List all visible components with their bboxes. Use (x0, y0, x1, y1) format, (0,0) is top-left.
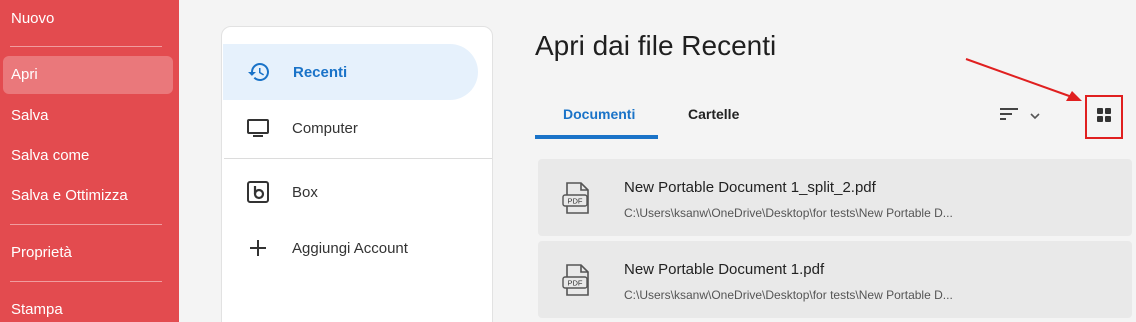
menu-item-nuovo[interactable]: Nuovo (0, 10, 179, 27)
source-item-recenti[interactable]: Recenti (223, 44, 478, 100)
recent-file-item[interactable]: PDF New Portable Document 1_split_2.pdf … (538, 159, 1132, 236)
plus-icon (246, 236, 270, 260)
panel-divider (224, 158, 492, 159)
page-title: Apri dai file Recenti (535, 30, 777, 61)
history-icon (247, 60, 271, 84)
source-panel: Recenti Computer Box Aggiungi Account (221, 26, 493, 322)
monitor-icon (246, 116, 270, 140)
source-item-aggiungi-account[interactable]: Aggiungi Account (222, 220, 477, 276)
menu-item-salva-come[interactable]: Salva come (0, 147, 179, 164)
grid-view-button[interactable] (1085, 95, 1123, 139)
menu-item-salva[interactable]: Salva (0, 107, 179, 124)
file-menu-sidebar: Nuovo Apri Salva Salva come Salva e Otti… (0, 0, 179, 322)
source-label: Computer (292, 119, 358, 137)
grid-view-icon (1096, 107, 1112, 128)
pdf-icon-text: PDF (568, 279, 583, 288)
file-name: New Portable Document 1_split_2.pdf (624, 179, 876, 196)
pdf-icon-text: PDF (568, 197, 583, 206)
menu-divider (10, 46, 162, 47)
file-path: C:\Users\ksanw\OneDrive\Desktop\for test… (624, 206, 953, 220)
menu-item-apri[interactable]: Apri (3, 56, 173, 94)
source-label: Recenti (293, 63, 348, 81)
recent-file-item[interactable]: PDF New Portable Document 1.pdf C:\Users… (538, 241, 1132, 318)
sort-button[interactable] (998, 104, 1046, 128)
box-icon (246, 180, 270, 204)
pdf-file-icon: PDF (562, 264, 592, 301)
menu-item-stampa[interactable]: Stampa (0, 301, 179, 318)
menu-divider (10, 281, 162, 282)
tab-cartelle[interactable]: Cartelle (688, 106, 739, 122)
menu-item-proprieta[interactable]: Proprietà (0, 244, 179, 261)
menu-item-salva-ottimizza[interactable]: Salva e Ottimizza (0, 187, 179, 204)
source-label: Aggiungi Account (292, 239, 408, 257)
file-path: C:\Users\ksanw\OneDrive\Desktop\for test… (624, 288, 953, 302)
source-label: Box (292, 183, 318, 201)
source-item-box[interactable]: Box (222, 164, 477, 220)
source-item-computer[interactable]: Computer (222, 100, 477, 156)
tab-documenti[interactable]: Documenti (563, 106, 635, 122)
menu-divider (10, 224, 162, 225)
pdf-file-icon: PDF (562, 182, 592, 219)
sort-icon (998, 106, 1020, 127)
chevron-down-icon (1030, 107, 1040, 125)
annotation-arrow (965, 58, 1082, 101)
file-name: New Portable Document 1.pdf (624, 261, 825, 278)
active-tab-indicator (535, 135, 658, 139)
